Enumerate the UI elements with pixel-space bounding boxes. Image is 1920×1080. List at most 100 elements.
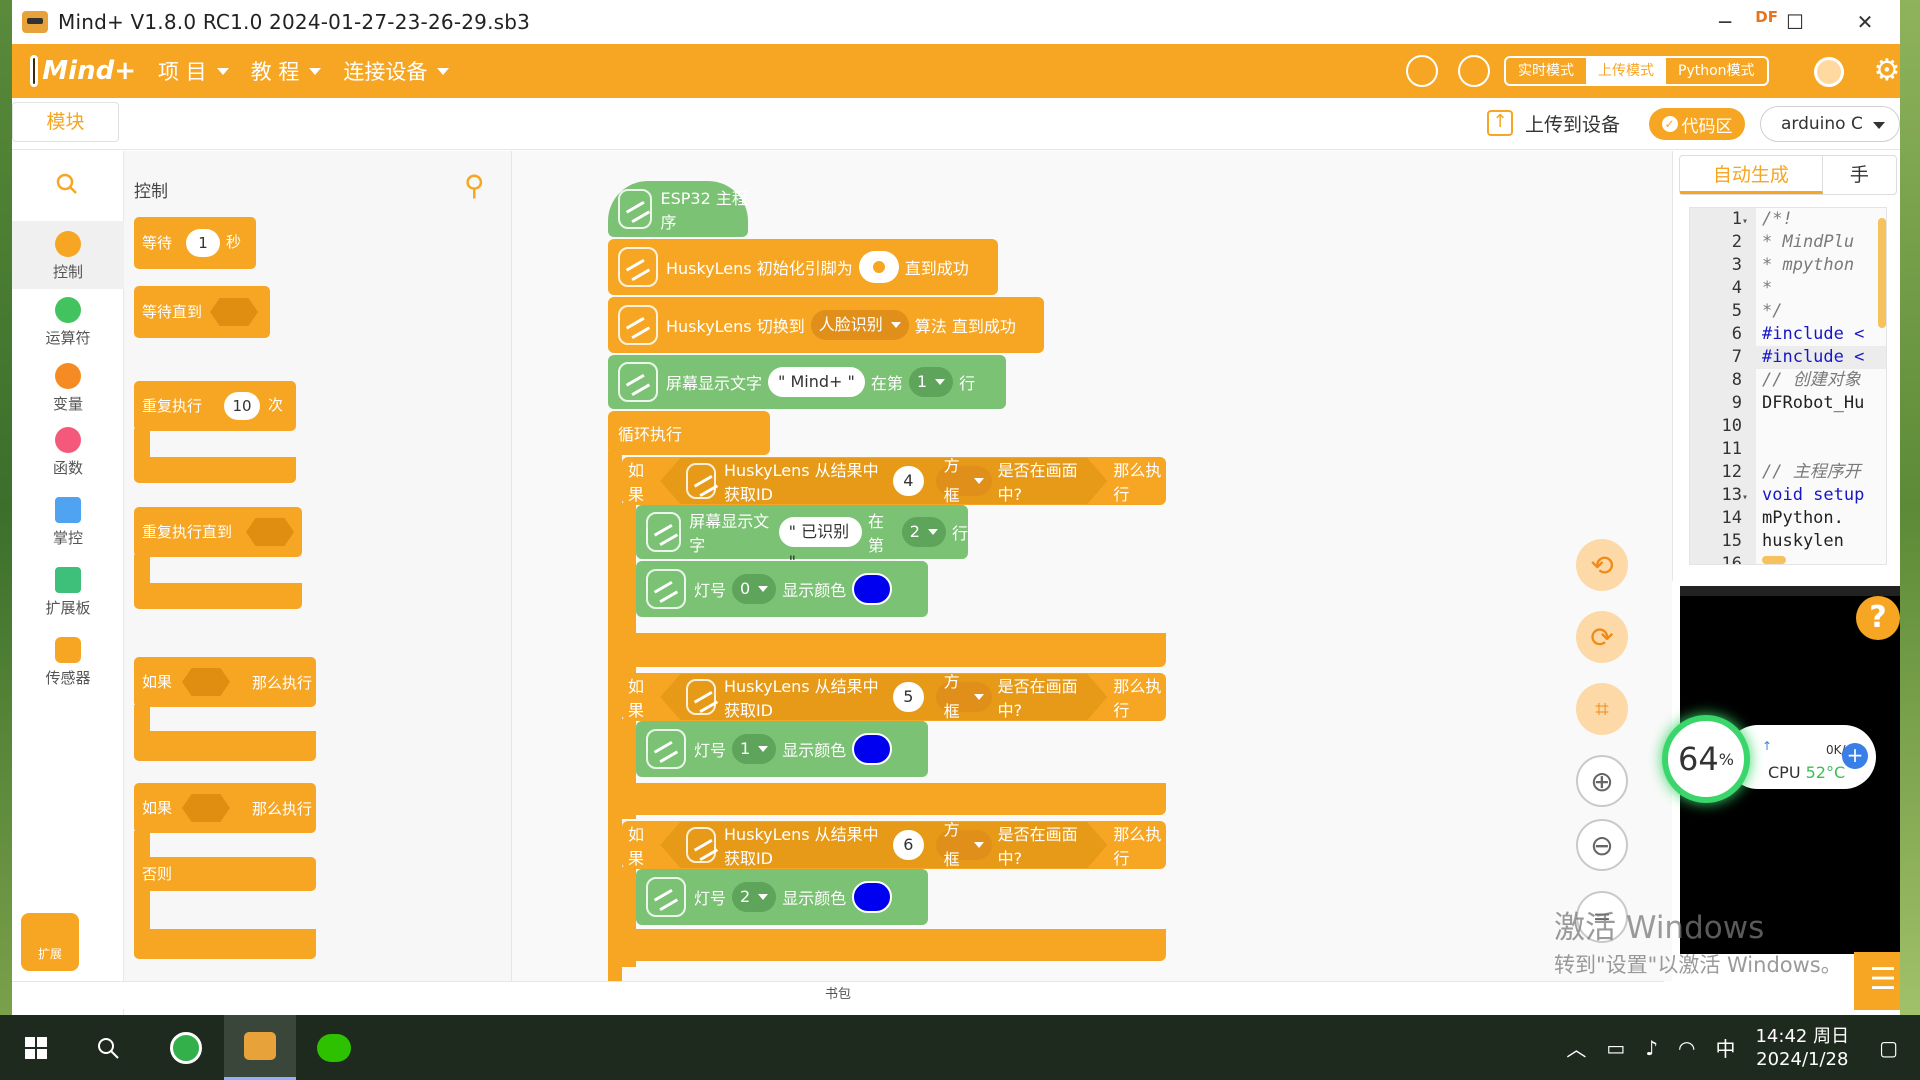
- taskbar-wechat[interactable]: [298, 1015, 370, 1080]
- extension-button[interactable]: 扩展: [21, 913, 79, 971]
- backpack-bar[interactable]: 书包: [12, 981, 1664, 1009]
- category-operators[interactable]: 运算符: [12, 297, 124, 348]
- edit-icon[interactable]: [1458, 55, 1490, 87]
- condition-slot[interactable]: [182, 794, 230, 822]
- upload-to-device-button[interactable]: ↑ 上传到设备: [1487, 106, 1620, 140]
- code-area-toggle[interactable]: ✓ 代码区: [1649, 108, 1745, 140]
- minimize-button[interactable]: ─: [1690, 0, 1760, 44]
- menu-tutorial[interactable]: 教 程: [251, 56, 322, 86]
- menu-connect-device[interactable]: 连接设备: [343, 56, 450, 86]
- category-functions[interactable]: 函数: [12, 427, 124, 478]
- screen-text-block[interactable]: 屏幕显示文字 " 已识别 " 在第 2 行: [636, 505, 968, 571]
- shape-dropdown[interactable]: 方框: [936, 830, 992, 860]
- category-sensors[interactable]: 传感器: [12, 637, 124, 688]
- block-label: HuskyLens 从结果中获取ID: [723, 677, 879, 720]
- color-swatch[interactable]: [852, 881, 893, 913]
- shape-dropdown[interactable]: 方框: [936, 466, 992, 496]
- script-workspace[interactable]: ESP32 主程序 HuskyLens 初始化引脚为 直到成功 HuskyLen…: [512, 151, 1672, 981]
- fold-caret-icon[interactable]: ▾: [1742, 486, 1754, 509]
- husky-switch-block[interactable]: HuskyLens 切换到 人脸识别 算法 直到成功: [608, 297, 1044, 353]
- led-color-block[interactable]: 灯号 0 显示颜色: [636, 561, 928, 617]
- user-avatar-icon[interactable]: [1814, 57, 1844, 87]
- text-input[interactable]: " 已识别 ": [778, 517, 862, 571]
- zoom-out-button[interactable]: ⊖: [1576, 819, 1628, 871]
- category-variables[interactable]: 变量: [12, 363, 124, 414]
- husky-init-block[interactable]: HuskyLens 初始化引脚为 直到成功: [608, 239, 998, 295]
- line-dropdown[interactable]: 2: [901, 517, 946, 547]
- maximize-button[interactable]: ☐: [1760, 0, 1830, 44]
- close-button[interactable]: ✕: [1830, 0, 1900, 44]
- id-input[interactable]: 5: [893, 682, 923, 712]
- if-block-1[interactable]: 如果 HuskyLens 从结果中获取ID 4 方框 是否在画面中? 那么执行: [622, 457, 1166, 505]
- led-color-block[interactable]: 灯号 1 显示颜色: [636, 721, 928, 777]
- mode-python[interactable]: Python模式: [1666, 58, 1767, 84]
- device-select[interactable]: arduino C: [1760, 106, 1900, 142]
- if-block-2[interactable]: 如果 HuskyLens 从结果中获取ID 5 方框 是否在画面中? 那么执行: [622, 673, 1166, 721]
- taskbar-browser[interactable]: [150, 1015, 222, 1080]
- color-swatch[interactable]: [852, 733, 893, 765]
- block-label: HuskyLens 从结果中获取ID: [723, 825, 879, 868]
- algorithm-dropdown[interactable]: 人脸识别: [810, 310, 909, 340]
- chevron-up-icon[interactable]: ︿: [1566, 1033, 1586, 1062]
- zoom-in-button[interactable]: ⊕: [1576, 755, 1628, 807]
- led-index-dropdown[interactable]: 0: [732, 574, 777, 604]
- id-input[interactable]: 6: [893, 830, 923, 860]
- fold-caret-icon[interactable]: ▾: [1742, 210, 1754, 233]
- start-button[interactable]: [0, 1015, 72, 1080]
- mode-upload[interactable]: 上传模式: [1586, 58, 1666, 84]
- search-icon[interactable]: [56, 173, 78, 195]
- text-input[interactable]: " Mind+ ": [768, 367, 865, 397]
- redo-button[interactable]: ⟳: [1576, 611, 1628, 663]
- mind-map-icon[interactable]: [1406, 55, 1438, 87]
- code-line: 6 #include <: [1690, 323, 1886, 346]
- condition-hex[interactable]: HuskyLens 从结果中获取ID 4 方框 是否在画面中?: [660, 458, 1107, 504]
- notification-icon[interactable]: ▢: [1879, 1036, 1898, 1060]
- tab-auto-generate[interactable]: 自动生成: [1680, 156, 1823, 194]
- tab-blocks[interactable]: 模块: [12, 102, 119, 142]
- code-editor[interactable]: 1▾/*! 2 * MindPlu 3 * mpython 4 * 5 */6 #incl…: [1689, 207, 1887, 565]
- block-label: 重复执行: [142, 397, 203, 415]
- cpu-monitor-widget[interactable]: 64% ↑ 0K/s CPU 52°C +: [1662, 715, 1884, 803]
- undo-button[interactable]: ⟲: [1576, 539, 1628, 591]
- repeat-count-input[interactable]: 10: [224, 392, 260, 420]
- led-color-block[interactable]: 灯号 2 显示颜色: [636, 869, 928, 925]
- line-dropdown[interactable]: 1: [908, 367, 954, 397]
- menu-project[interactable]: 项 目: [158, 56, 229, 86]
- horizontal-scrollbar[interactable]: [1762, 556, 1786, 564]
- vertical-scrollbar[interactable]: [1878, 218, 1886, 328]
- pin-icon[interactable]: ⚲: [464, 169, 485, 202]
- category-expansion-board[interactable]: 扩展板: [12, 567, 124, 618]
- condition-hex[interactable]: HuskyLens 从结果中获取ID 5 方框 是否在画面中?: [660, 674, 1107, 720]
- search-button[interactable]: [72, 1015, 144, 1080]
- category-handpy[interactable]: 掌控: [12, 497, 124, 548]
- id-input[interactable]: 4: [893, 466, 923, 496]
- led-index-dropdown[interactable]: 1: [732, 734, 777, 764]
- condition-hex[interactable]: HuskyLens 从结果中获取ID 6 方框 是否在画面中?: [660, 822, 1107, 868]
- tab-manual[interactable]: 手: [1823, 156, 1896, 194]
- condition-slot[interactable]: [246, 518, 294, 546]
- led-index-dropdown[interactable]: 2: [732, 882, 777, 912]
- color-swatch[interactable]: [852, 573, 893, 605]
- wait-seconds-input[interactable]: 1: [186, 229, 220, 257]
- volume-icon[interactable]: ♪: [1645, 1036, 1658, 1060]
- gear-icon[interactable]: ⚙: [1872, 56, 1900, 87]
- help-button[interactable]: ?: [1856, 596, 1900, 640]
- battery-icon[interactable]: ▭: [1606, 1036, 1625, 1060]
- list-icon[interactable]: ☰: [1854, 952, 1900, 1010]
- mode-realtime[interactable]: 实时模式: [1506, 58, 1586, 84]
- condition-slot[interactable]: [210, 298, 258, 326]
- ime-indicator[interactable]: 中: [1715, 1033, 1735, 1062]
- esp32-main-hat[interactable]: ESP32 主程序: [608, 181, 748, 237]
- taskbar-clock[interactable]: 14:42 周日 2024/1/28: [1755, 1025, 1849, 1071]
- taskbar-mindplus[interactable]: [224, 1015, 296, 1080]
- shape-dropdown[interactable]: 方框: [936, 682, 992, 712]
- category-control[interactable]: 控制: [12, 221, 124, 289]
- plus-icon[interactable]: +: [1842, 743, 1868, 769]
- screen-text-block[interactable]: 屏幕显示文字 " Mind+ " 在第 1 行: [608, 355, 1006, 409]
- condition-slot[interactable]: [182, 668, 230, 696]
- crop-button[interactable]: ⌗: [1576, 683, 1628, 735]
- wifi-icon[interactable]: ◠: [1678, 1036, 1695, 1060]
- forever-loop-block[interactable]: 循环执行: [608, 411, 770, 455]
- if-block-3[interactable]: 如果 HuskyLens 从结果中获取ID 6 方框 是否在画面中? 那么执行: [622, 821, 1166, 869]
- pin-gear-input[interactable]: [858, 251, 899, 283]
